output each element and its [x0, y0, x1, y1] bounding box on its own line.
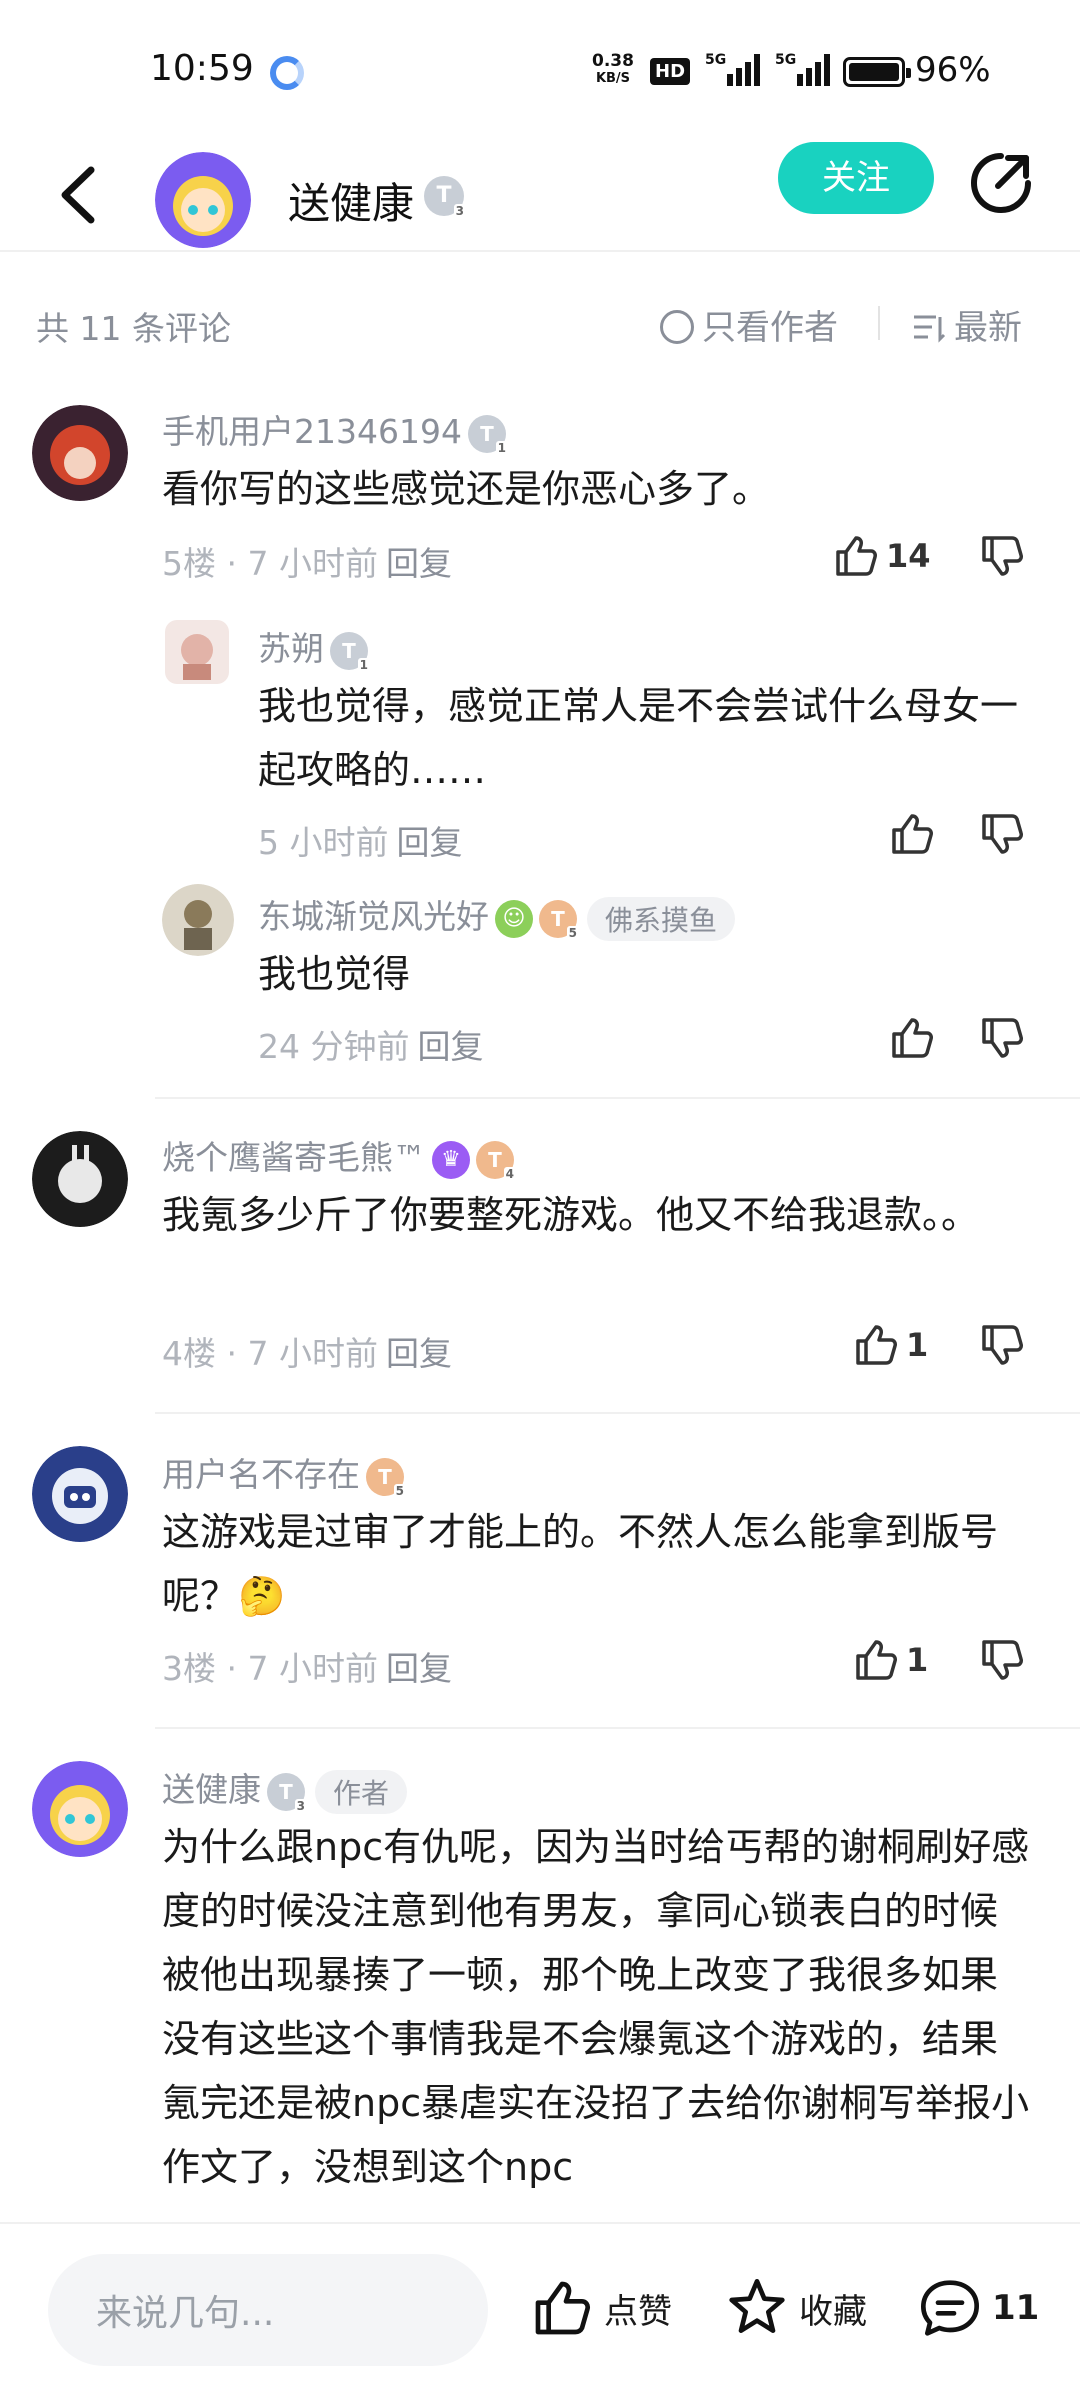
thumbs-down-icon [982, 1018, 1023, 1058]
thinking-emoji-icon: 🤔 [238, 1574, 286, 1618]
dislike-button[interactable] [978, 1014, 1030, 1064]
user-avatar[interactable] [32, 405, 128, 501]
level-badge: T1 [467, 414, 508, 455]
dislike-button[interactable] [978, 810, 1030, 860]
author-name[interactable]: 送健康 [288, 170, 414, 231]
radio-circle-icon [660, 310, 694, 344]
thumbs-up-icon [856, 1640, 897, 1680]
reply-button[interactable]: 回复 [386, 1334, 452, 1373]
like-button[interactable] [888, 1014, 936, 1064]
comments-button[interactable]: 11 [918, 2276, 1039, 2340]
author-only-toggle[interactable]: 只看作者 [660, 300, 838, 349]
comment-text: 为什么跟npc有仇呢，因为当时给丐帮的谢桐刷好感度的时候没注意到他有男友，拿同心… [162, 1825, 1030, 2189]
reply-button[interactable]: 回复 [386, 544, 452, 583]
thumbs-up-icon [892, 814, 933, 854]
thumbs-down-icon [982, 536, 1023, 576]
reply-text: 我也觉得，感觉正常人是不会尝试什么母女一起攻略的…… [258, 684, 1019, 792]
app-notification-icon [270, 56, 304, 90]
comment-meta: 4楼 · 7 小时前 回复 [162, 1334, 452, 1373]
reply-button[interactable]: 回复 [397, 823, 463, 862]
share-button[interactable] [968, 150, 1034, 216]
thumbs-up-icon [892, 1018, 933, 1058]
comment-text: 这游戏是过审了才能上的。不然人怎么能拿到版号呢？🤔 [162, 1510, 999, 1618]
comment-text: 看你写的这些感觉还是你恶心多了。 [162, 467, 771, 511]
like-post-button[interactable]: 点赞 [530, 2276, 672, 2340]
thumbs-up-icon [856, 1325, 897, 1365]
dislike-button[interactable] [978, 1321, 1030, 1371]
signal-icon-2: 5G [775, 52, 830, 86]
follow-button[interactable]: 关注 [778, 142, 934, 214]
net-speed: 0.38 KB/S [592, 51, 634, 86]
divider [878, 306, 880, 340]
sort-button[interactable]: 最新 [912, 300, 1022, 349]
comment-meta: 3楼 · 7 小时前 回复 [162, 1649, 452, 1688]
comment-input[interactable]: 来说几句... [48, 2254, 488, 2366]
like-button[interactable] [888, 810, 936, 860]
user-avatar[interactable] [32, 1761, 128, 1857]
divider [155, 1412, 1080, 1414]
like-button[interactable]: 1 [852, 1321, 928, 1371]
reply-username[interactable]: 东城渐觉风光好 ☺ T 5 佛系摸鱼 [258, 890, 736, 941]
thumbs-up-icon [836, 536, 877, 576]
thumbs-down-icon [982, 814, 1023, 854]
signal-icon: 5G [705, 52, 760, 86]
level-badge: T3 [424, 176, 466, 218]
thumbs-down-icon [982, 1640, 1023, 1680]
trophy-icon: ♛ [432, 1140, 470, 1179]
user-avatar[interactable] [165, 620, 229, 684]
reply-button[interactable]: 回复 [417, 1027, 483, 1066]
comment-count: 共 11 条评论 [36, 309, 231, 348]
thumbs-up-icon [535, 2281, 590, 2335]
hd-icon: HD [650, 58, 691, 85]
dislike-button[interactable] [978, 1636, 1030, 1686]
user-tag: 佛系摸鱼 [587, 896, 736, 941]
comment-bubble-icon [921, 2280, 979, 2336]
status-time: 10:59 [150, 48, 254, 89]
divider [155, 1727, 1080, 1729]
comment-item: 送健康 T 3 作者 为什么跟npc有仇呢，因为当时给丐帮的谢桐刷好感度的时候没注意到… [0, 1755, 1080, 2222]
user-avatar[interactable] [32, 1446, 128, 1542]
level-badge: T5 [539, 899, 579, 940]
comment-text: 我氪多少斤了你要整死游戏。他又不给我退款。。 [162, 1193, 980, 1237]
reply-meta: 5 小时前 回复 [258, 823, 463, 862]
comment-username[interactable]: 用户名不存在 T 5 [162, 1448, 406, 1498]
comment-username[interactable]: 手机用户21346194 T 1 [162, 405, 508, 455]
level-badge: T1 [330, 631, 370, 672]
divider [155, 1097, 1080, 1099]
battery-percent: 96% [915, 50, 991, 90]
reply-text: 我也觉得 [258, 952, 411, 996]
like-button[interactable]: 1 [852, 1636, 928, 1686]
chevron-left-icon [61, 166, 95, 224]
thumbs-down-icon [982, 1325, 1023, 1365]
favorite-button[interactable]: 收藏 [725, 2276, 867, 2340]
level-badge: T3 [267, 1772, 307, 1813]
comment-username[interactable]: 烧个鹰酱寄毛熊™ ♛ T 4 [162, 1131, 516, 1181]
star-icon [729, 2279, 785, 2333]
user-avatar[interactable] [32, 1131, 128, 1227]
post-header: 送健康 T3 关注 [0, 140, 1080, 252]
user-avatar[interactable] [162, 884, 234, 956]
bottom-action-bar: 来说几句... 点赞 收藏 11 [0, 2222, 1080, 2400]
author-tag: 作者 [315, 1769, 408, 1814]
battery-icon [843, 57, 911, 87]
reply-username[interactable]: 苏朔 T 1 [258, 622, 370, 672]
reply-button[interactable]: 回复 [386, 1649, 452, 1688]
comment-meta: 5楼 · 7 小时前 回复 [162, 544, 452, 583]
dislike-button[interactable] [978, 532, 1030, 582]
avatar-badge-icon: ☺ [495, 899, 533, 938]
reply-meta: 24 分钟前 回复 [258, 1027, 484, 1066]
comment-filter-bar: 共 11 条评论 只看作者 最新 [0, 292, 1080, 356]
back-button[interactable] [55, 160, 105, 230]
level-badge: T4 [476, 1140, 516, 1181]
like-button[interactable]: 14 [832, 532, 931, 582]
share-icon [971, 153, 1031, 213]
sort-icon [914, 315, 946, 343]
level-badge: T5 [366, 1457, 406, 1498]
author-avatar[interactable] [155, 152, 251, 248]
status-bar: 10:59 0.38 KB/S HD 5G 5G 96% [0, 0, 1080, 140]
comment-username[interactable]: 送健康 T 3 作者 [162, 1763, 408, 1814]
